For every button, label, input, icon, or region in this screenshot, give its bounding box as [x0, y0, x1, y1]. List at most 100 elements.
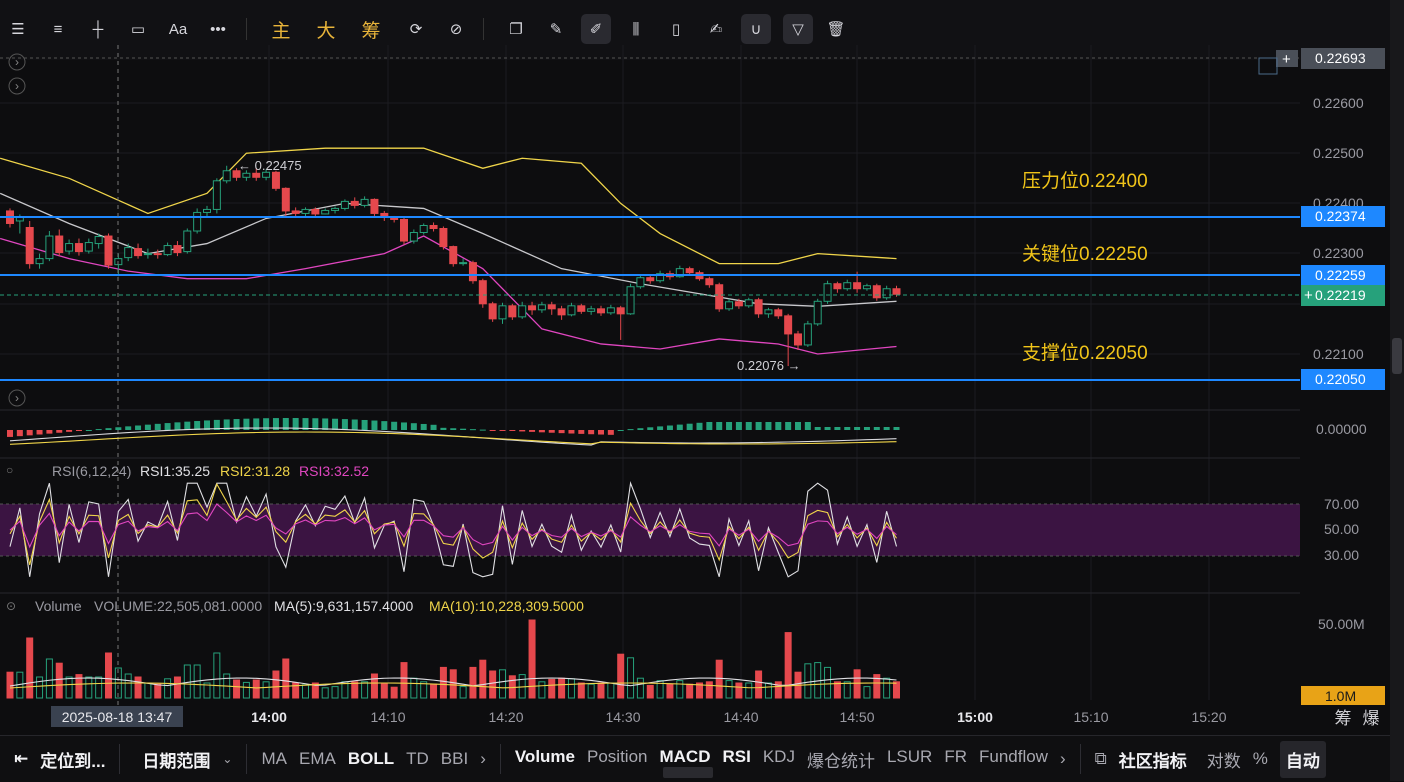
locate-button[interactable]: 定位到...: [40, 747, 105, 772]
candle-body[interactable]: [862, 285, 871, 290]
candle-body[interactable]: [823, 283, 832, 302]
candle-body[interactable]: [291, 210, 300, 214]
sub-indicator-fundflow[interactable]: Fundflow: [979, 747, 1048, 772]
candle-body[interactable]: [872, 285, 881, 299]
candle-body[interactable]: [567, 305, 576, 316]
candle-body[interactable]: [577, 305, 586, 312]
sub-indicator-volume[interactable]: Volume: [515, 747, 575, 772]
pencil-slash-icon[interactable]: ⊘: [441, 14, 471, 44]
candle-body[interactable]: [65, 243, 74, 252]
candle-body[interactable]: [626, 286, 635, 315]
candle-body[interactable]: [843, 282, 852, 290]
candle-body[interactable]: [360, 198, 369, 206]
candle-body[interactable]: [468, 262, 477, 282]
main-chart-button[interactable]: 主: [266, 14, 296, 44]
candle-body[interactable]: [331, 207, 340, 211]
candle-body[interactable]: [892, 288, 901, 295]
candle-body[interactable]: [587, 308, 596, 312]
candle-body[interactable]: [134, 248, 143, 257]
candle-body[interactable]: [813, 300, 822, 325]
candle-body[interactable]: [301, 208, 310, 214]
trash-icon[interactable]: 🗑: [821, 14, 851, 44]
candle-body[interactable]: [35, 258, 44, 265]
indicator-ma[interactable]: MA: [261, 749, 287, 769]
panel-resize-handle[interactable]: [663, 767, 713, 778]
candle-body[interactable]: [84, 242, 93, 252]
candle-body[interactable]: [252, 172, 261, 178]
candle-body[interactable]: [370, 198, 379, 214]
candle-body[interactable]: [725, 301, 734, 310]
candle-body[interactable]: [400, 218, 408, 242]
candle-body[interactable]: [439, 228, 448, 248]
candle-body[interactable]: [350, 200, 359, 206]
scroll-knob[interactable]: [1392, 338, 1402, 374]
candle-body[interactable]: [311, 208, 320, 215]
candle-body[interactable]: [449, 246, 458, 265]
community-icon[interactable]: ⧉: [1095, 749, 1107, 769]
indicator-td[interactable]: TD: [406, 749, 429, 769]
chevron-right-icon[interactable]: ›: [480, 749, 486, 769]
candle-body[interactable]: [498, 305, 507, 320]
candle-body[interactable]: [508, 305, 517, 318]
candle-body[interactable]: [143, 253, 152, 256]
ruler-icon[interactable]: ✎: [541, 14, 571, 44]
candlestick-chart[interactable]: 压力位0.22400 关键位0.22250 支撑位0.22050 ← 0.22475 0…: [0, 45, 1390, 735]
list-icon[interactable]: ≡: [43, 14, 73, 44]
candle-body[interactable]: [715, 284, 724, 310]
candle-body[interactable]: [557, 308, 566, 316]
candle-body[interactable]: [429, 224, 438, 230]
candle-body[interactable]: [203, 208, 211, 213]
candle-body[interactable]: [744, 299, 753, 307]
magnet-icon[interactable]: ∪: [741, 14, 771, 44]
candle-body[interactable]: [183, 230, 192, 253]
candle-body[interactable]: [55, 235, 64, 254]
candle-body[interactable]: [794, 333, 802, 346]
candle-body[interactable]: [25, 226, 34, 265]
sub-indicator-kdj[interactable]: KDJ: [763, 747, 795, 772]
candle-body[interactable]: [705, 278, 714, 286]
candle-body[interactable]: [636, 277, 645, 288]
sub-indicator-position[interactable]: Position: [587, 747, 647, 772]
indicator-ema[interactable]: EMA: [299, 749, 336, 769]
candle-body[interactable]: [271, 171, 280, 189]
candle-body[interactable]: [774, 309, 783, 317]
candle-body[interactable]: [882, 288, 891, 299]
candle-body[interactable]: [459, 262, 468, 265]
candle-body[interactable]: [803, 323, 812, 346]
candle-body[interactable]: [685, 268, 694, 274]
menu-icon[interactable]: ☰: [3, 14, 33, 44]
candle-body[interactable]: [281, 187, 290, 212]
copy-icon[interactable]: ❐: [501, 14, 531, 44]
candle-body[interactable]: [734, 301, 743, 307]
candle-body[interactable]: [242, 172, 251, 178]
candle-body[interactable]: [222, 170, 231, 182]
chevron-down-icon[interactable]: ⌄: [222, 752, 232, 766]
candle-body[interactable]: [409, 232, 418, 242]
candle-body[interactable]: [153, 253, 162, 256]
filter-icon[interactable]: ▽: [783, 14, 813, 44]
clipboard-icon[interactable]: ▯: [661, 14, 691, 44]
community-indicators-button[interactable]: 社区指标: [1119, 747, 1187, 772]
candle-body[interactable]: [547, 304, 556, 310]
sub-indicator-lsur[interactable]: LSUR: [887, 747, 932, 772]
candle-body[interactable]: [163, 245, 172, 256]
candle-body[interactable]: [74, 243, 83, 253]
date-range-button[interactable]: 日期范围: [142, 747, 210, 772]
rectangle-icon[interactable]: ▭: [123, 14, 153, 44]
right-scrollbar[interactable]: [1390, 0, 1404, 781]
sub-indicator-爆仓统计[interactable]: 爆仓统计: [807, 747, 875, 772]
candle-body[interactable]: [45, 235, 54, 260]
candle-body[interactable]: [193, 211, 202, 232]
text-tool-button[interactable]: Aa: [163, 14, 193, 44]
candle-body[interactable]: [833, 283, 842, 290]
candle-body[interactable]: [94, 236, 103, 245]
candle-body[interactable]: [784, 315, 793, 335]
candle-body[interactable]: [597, 308, 605, 314]
candle-body[interactable]: [488, 303, 497, 320]
sub-indicator-rsi[interactable]: RSI: [722, 747, 750, 772]
sub-indicator-fr[interactable]: FR: [944, 747, 967, 772]
candle-body[interactable]: [616, 307, 625, 315]
rotate-icon[interactable]: ⟳: [401, 14, 431, 44]
candle-body[interactable]: [754, 299, 763, 315]
log-scale-button[interactable]: 对数: [1207, 747, 1241, 772]
